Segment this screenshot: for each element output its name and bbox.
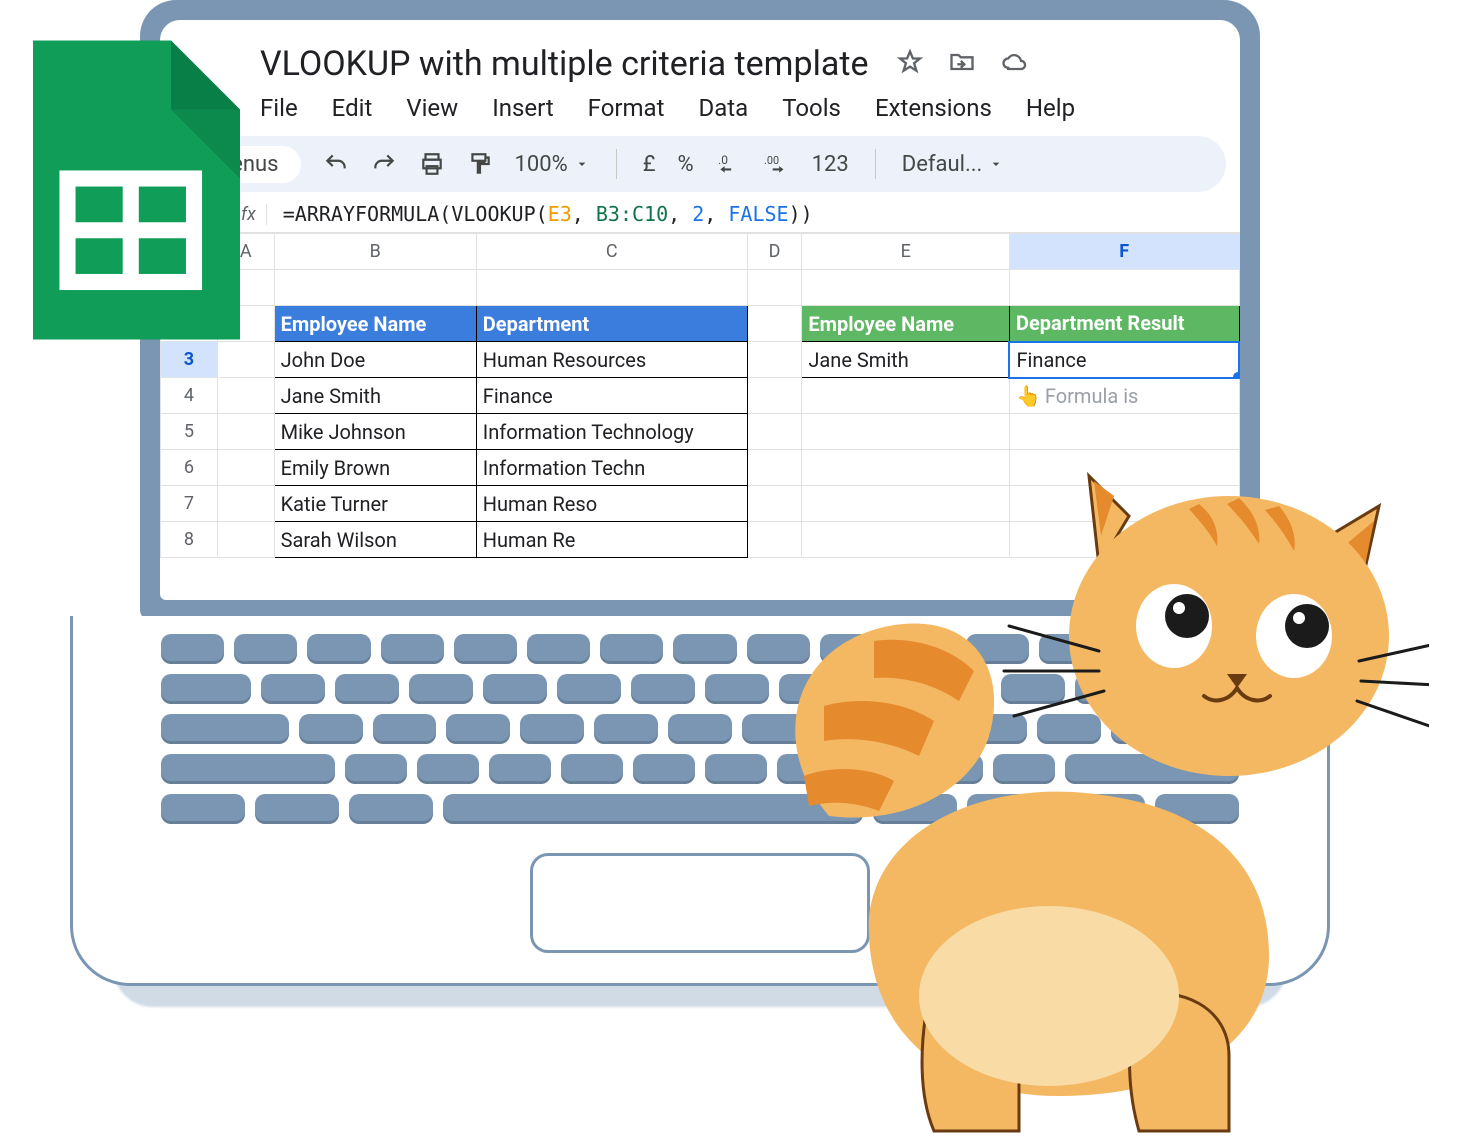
menu-tools[interactable]: Tools	[782, 94, 841, 122]
header-employee-name[interactable]: Employee Name	[274, 306, 476, 342]
zoom-dropdown[interactable]: 100%	[515, 152, 590, 177]
formula-bar: fx =ARRAYFORMULA(VLOOKUP(E3, B3:C10, 2, …	[160, 192, 1240, 233]
currency-button[interactable]: £	[643, 152, 656, 177]
undo-icon[interactable]	[323, 151, 349, 177]
cell-selected-result[interactable]: Finance	[1009, 342, 1239, 378]
row-header[interactable]: 3	[161, 342, 218, 378]
percent-button[interactable]: %	[678, 152, 694, 177]
cloud-status-icon[interactable]	[1000, 48, 1028, 80]
formula-token: 2	[692, 202, 704, 226]
row-header[interactable]: 4	[161, 378, 218, 414]
cell[interactable]: John Doe	[274, 342, 476, 378]
paint-format-icon[interactable]	[467, 151, 493, 177]
menu-view[interactable]: View	[406, 94, 458, 122]
cell[interactable]: Information Techn	[476, 450, 747, 486]
formula-token: E3	[548, 202, 572, 226]
menu-data[interactable]: Data	[698, 94, 748, 122]
cell[interactable]: Human Resources	[476, 342, 747, 378]
menu-edit[interactable]: Edit	[332, 94, 373, 122]
font-name: Defaul...	[902, 152, 983, 177]
titlebar: VLOOKUP with multiple criteria template	[160, 20, 1240, 84]
redo-icon[interactable]	[371, 151, 397, 177]
number-format-button[interactable]: 123	[812, 152, 849, 177]
row-header[interactable]: 7	[161, 486, 218, 522]
menu-format[interactable]: Format	[588, 94, 665, 122]
col-header-b[interactable]: B	[274, 234, 476, 270]
col-header-c[interactable]: C	[476, 234, 747, 270]
star-icon[interactable]	[896, 48, 924, 80]
cell[interactable]: Katie Turner	[274, 486, 476, 522]
increase-decimal-icon[interactable]: .00	[764, 151, 790, 177]
cell[interactable]: Human Reso	[476, 486, 747, 522]
toolbar: Menus 100% £ % .0 .00 123 Defaul...	[174, 136, 1226, 192]
menu-help[interactable]: Help	[1026, 94, 1075, 122]
cell[interactable]: Information Technology	[476, 414, 747, 450]
formula-token: FALSE	[728, 202, 788, 226]
formula-token: B3:C10	[596, 202, 668, 226]
col-header-f[interactable]: F	[1009, 234, 1239, 270]
menu-file[interactable]: File	[260, 94, 298, 122]
column-header-row: A B C D E F	[161, 234, 1240, 270]
cell[interactable]: Finance	[476, 378, 747, 414]
row-header[interactable]: 5	[161, 414, 218, 450]
document-title[interactable]: VLOOKUP with multiple criteria template	[260, 44, 869, 84]
menu-extensions[interactable]: Extensions	[875, 94, 992, 122]
toolbar-separator	[616, 149, 617, 179]
move-folder-icon[interactable]	[948, 48, 976, 80]
col-header-e[interactable]: E	[802, 234, 1010, 270]
print-icon[interactable]	[419, 151, 445, 177]
zoom-value: 100%	[515, 152, 568, 177]
cat-illustration	[709, 396, 1429, 1136]
cell[interactable]: Human Re	[476, 522, 747, 558]
svg-text:.00: .00	[764, 154, 779, 167]
cell[interactable]: Sarah Wilson	[274, 522, 476, 558]
toolbar-separator	[875, 149, 876, 179]
header-department-result[interactable]: Department Result	[1009, 306, 1239, 342]
row-header[interactable]: 8	[161, 522, 218, 558]
formula-token: =ARRAYFORMULA	[283, 202, 440, 226]
header-department[interactable]: Department	[476, 306, 747, 342]
font-dropdown[interactable]: Defaul...	[902, 152, 1005, 177]
svg-text:.0: .0	[718, 153, 728, 167]
cell[interactable]: Jane Smith	[274, 378, 476, 414]
header-employee-name-lookup[interactable]: Employee Name	[802, 306, 1010, 342]
menu-insert[interactable]: Insert	[492, 94, 553, 122]
decrease-decimal-icon[interactable]: .0	[716, 151, 742, 177]
cell[interactable]: Mike Johnson	[274, 414, 476, 450]
cell[interactable]: Emily Brown	[274, 450, 476, 486]
row-header[interactable]: 6	[161, 450, 218, 486]
menubar: File Edit View Insert Format Data Tools …	[160, 84, 1240, 136]
google-sheets-logo-icon	[10, 40, 240, 340]
formula-input[interactable]: =ARRAYFORMULA(VLOOKUP(E3, B3:C10, 2, FAL…	[283, 202, 813, 226]
formula-token: VLOOKUP	[451, 202, 535, 226]
cell-lookup-name[interactable]: Jane Smith	[802, 342, 1010, 378]
col-header-d[interactable]: D	[747, 234, 802, 270]
